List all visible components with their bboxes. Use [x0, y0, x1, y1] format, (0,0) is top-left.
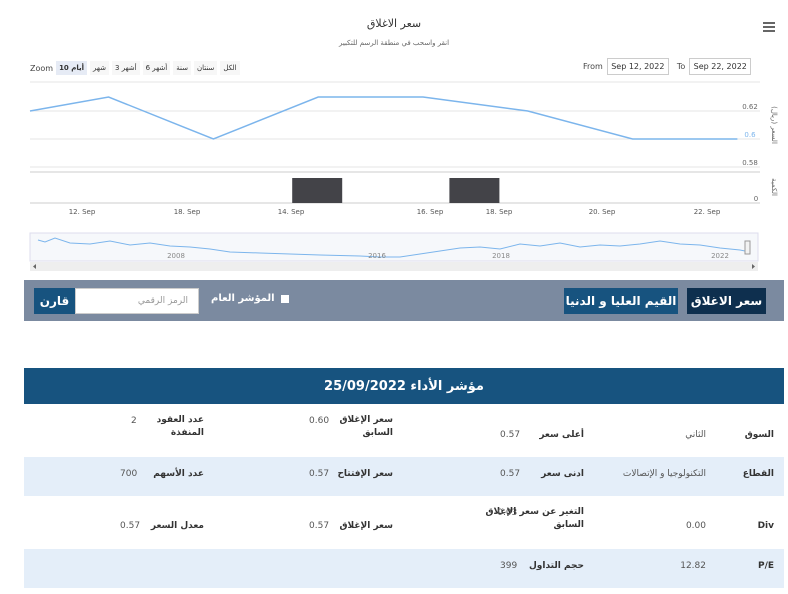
x-tick-label: 20. Sep: [589, 208, 616, 216]
row-label: ادنى سعر: [541, 469, 584, 479]
x-tick-label: 22. Sep: [694, 208, 721, 216]
row-value: الثاني: [685, 430, 706, 440]
volume-axis-title: الكمية: [770, 178, 778, 196]
navigator-year-label: 2008: [167, 252, 185, 260]
row-label: عدد الأسهم: [153, 469, 204, 479]
row-value: 700: [120, 469, 138, 479]
x-axis: 12. Sep 18. Sep 14. Sep 16. Sep 18. Sep 20. S…: [69, 208, 721, 216]
row-value: 0.00: [685, 521, 706, 531]
price-line: [29, 96, 738, 140]
row-value: 0.57: [120, 521, 141, 531]
row-value: 399: [500, 561, 518, 571]
navigator-scrollbar[interactable]: [30, 262, 758, 271]
volume-bar: [292, 178, 343, 203]
row-label: Div: [757, 521, 774, 531]
row-value: -0.03: [494, 508, 518, 518]
price-series: [29, 96, 738, 140]
row-label: القطاع: [742, 469, 774, 479]
price-chart[interactable]: سعر الاغلاق انقر واسحب في منطقة الرسم لل…: [0, 0, 788, 278]
high-low-button[interactable]: القيم العليا و الدنيا: [564, 288, 678, 314]
general-index-checkbox[interactable]: [280, 294, 289, 303]
row-label: سعر الإغلاق: [339, 521, 393, 531]
row-label: سعر الإغلاق السابق: [339, 415, 393, 438]
symbol-input[interactable]: الرمز الرقمي: [75, 288, 199, 314]
volume-bar: [449, 178, 500, 203]
table-row: السوق الثاني أعلى سعر 0.57 سعر الإغلاق ا…: [24, 404, 784, 457]
row-label: أعلى سعر: [539, 430, 584, 440]
row-label: سعر الإفتتاح: [337, 469, 393, 479]
row-value: 12.82: [680, 561, 706, 571]
row-label: السوق: [744, 430, 774, 440]
y-tick-label: 0.62: [742, 103, 758, 111]
x-tick-label: 18. Sep: [174, 208, 201, 216]
chart-control-bar: سعر الاغلاق القيم العليا و الدنيا المؤشر…: [24, 280, 784, 321]
x-tick-label: 12. Sep: [69, 208, 96, 216]
row-value: 0.60: [309, 416, 330, 426]
row-value: 0.57: [309, 521, 330, 531]
general-index-label: المؤشر العام: [211, 293, 275, 304]
compare-button[interactable]: قارن: [34, 288, 75, 314]
navigator-handle[interactable]: [744, 240, 751, 255]
chart-plot-svg[interactable]: 12. Sep 18. Sep 14. Sep 16. Sep 18. Sep 20. S…: [0, 0, 788, 278]
row-value: 0.57: [500, 430, 521, 440]
table-row: P/E 12.82 حجم التداول 399: [24, 549, 784, 588]
row-value: 2: [131, 416, 137, 426]
y-axis: 0.58 0.6 0.62 0: [742, 103, 758, 203]
navigator-year-label: 2018: [492, 252, 510, 260]
row-label: حجم التداول: [529, 561, 584, 571]
x-tick-label: 18. Sep: [486, 208, 513, 216]
row-label: P/E: [757, 561, 774, 571]
table-row: القطاع التكنولوجيا و الإتصالات ادنى سعر …: [24, 457, 784, 496]
row-value: التكنولوجيا و الإتصالات: [622, 469, 706, 479]
row-label: عدد العقود المنفذة: [156, 415, 204, 438]
volume-tick-label: 0: [754, 195, 758, 203]
x-tick-label: 14. Sep: [278, 208, 305, 216]
price-axis-title: السعر (ريال): [770, 106, 778, 144]
navigator-year-label: 2016: [368, 252, 386, 260]
table-row: Div 0.00 التغير عن سعر الإغلاق السابق -0…: [24, 496, 784, 549]
row-label: معدل السعر: [150, 521, 204, 531]
volume-series: [292, 178, 500, 203]
performance-title: مؤشر الأداء 25/09/2022: [24, 368, 784, 404]
navigator-year-label: 2022: [711, 252, 729, 260]
row-value: 0.57: [309, 469, 330, 479]
closing-price-button[interactable]: سعر الاغلاق: [687, 288, 766, 314]
row-value: 0.57: [500, 469, 521, 479]
y-tick-label: 0.58: [742, 159, 758, 167]
general-index-toggle[interactable]: المؤشر العام: [211, 293, 289, 304]
y-tick-label: 0.6: [744, 131, 756, 139]
x-tick-label: 16. Sep: [417, 208, 444, 216]
